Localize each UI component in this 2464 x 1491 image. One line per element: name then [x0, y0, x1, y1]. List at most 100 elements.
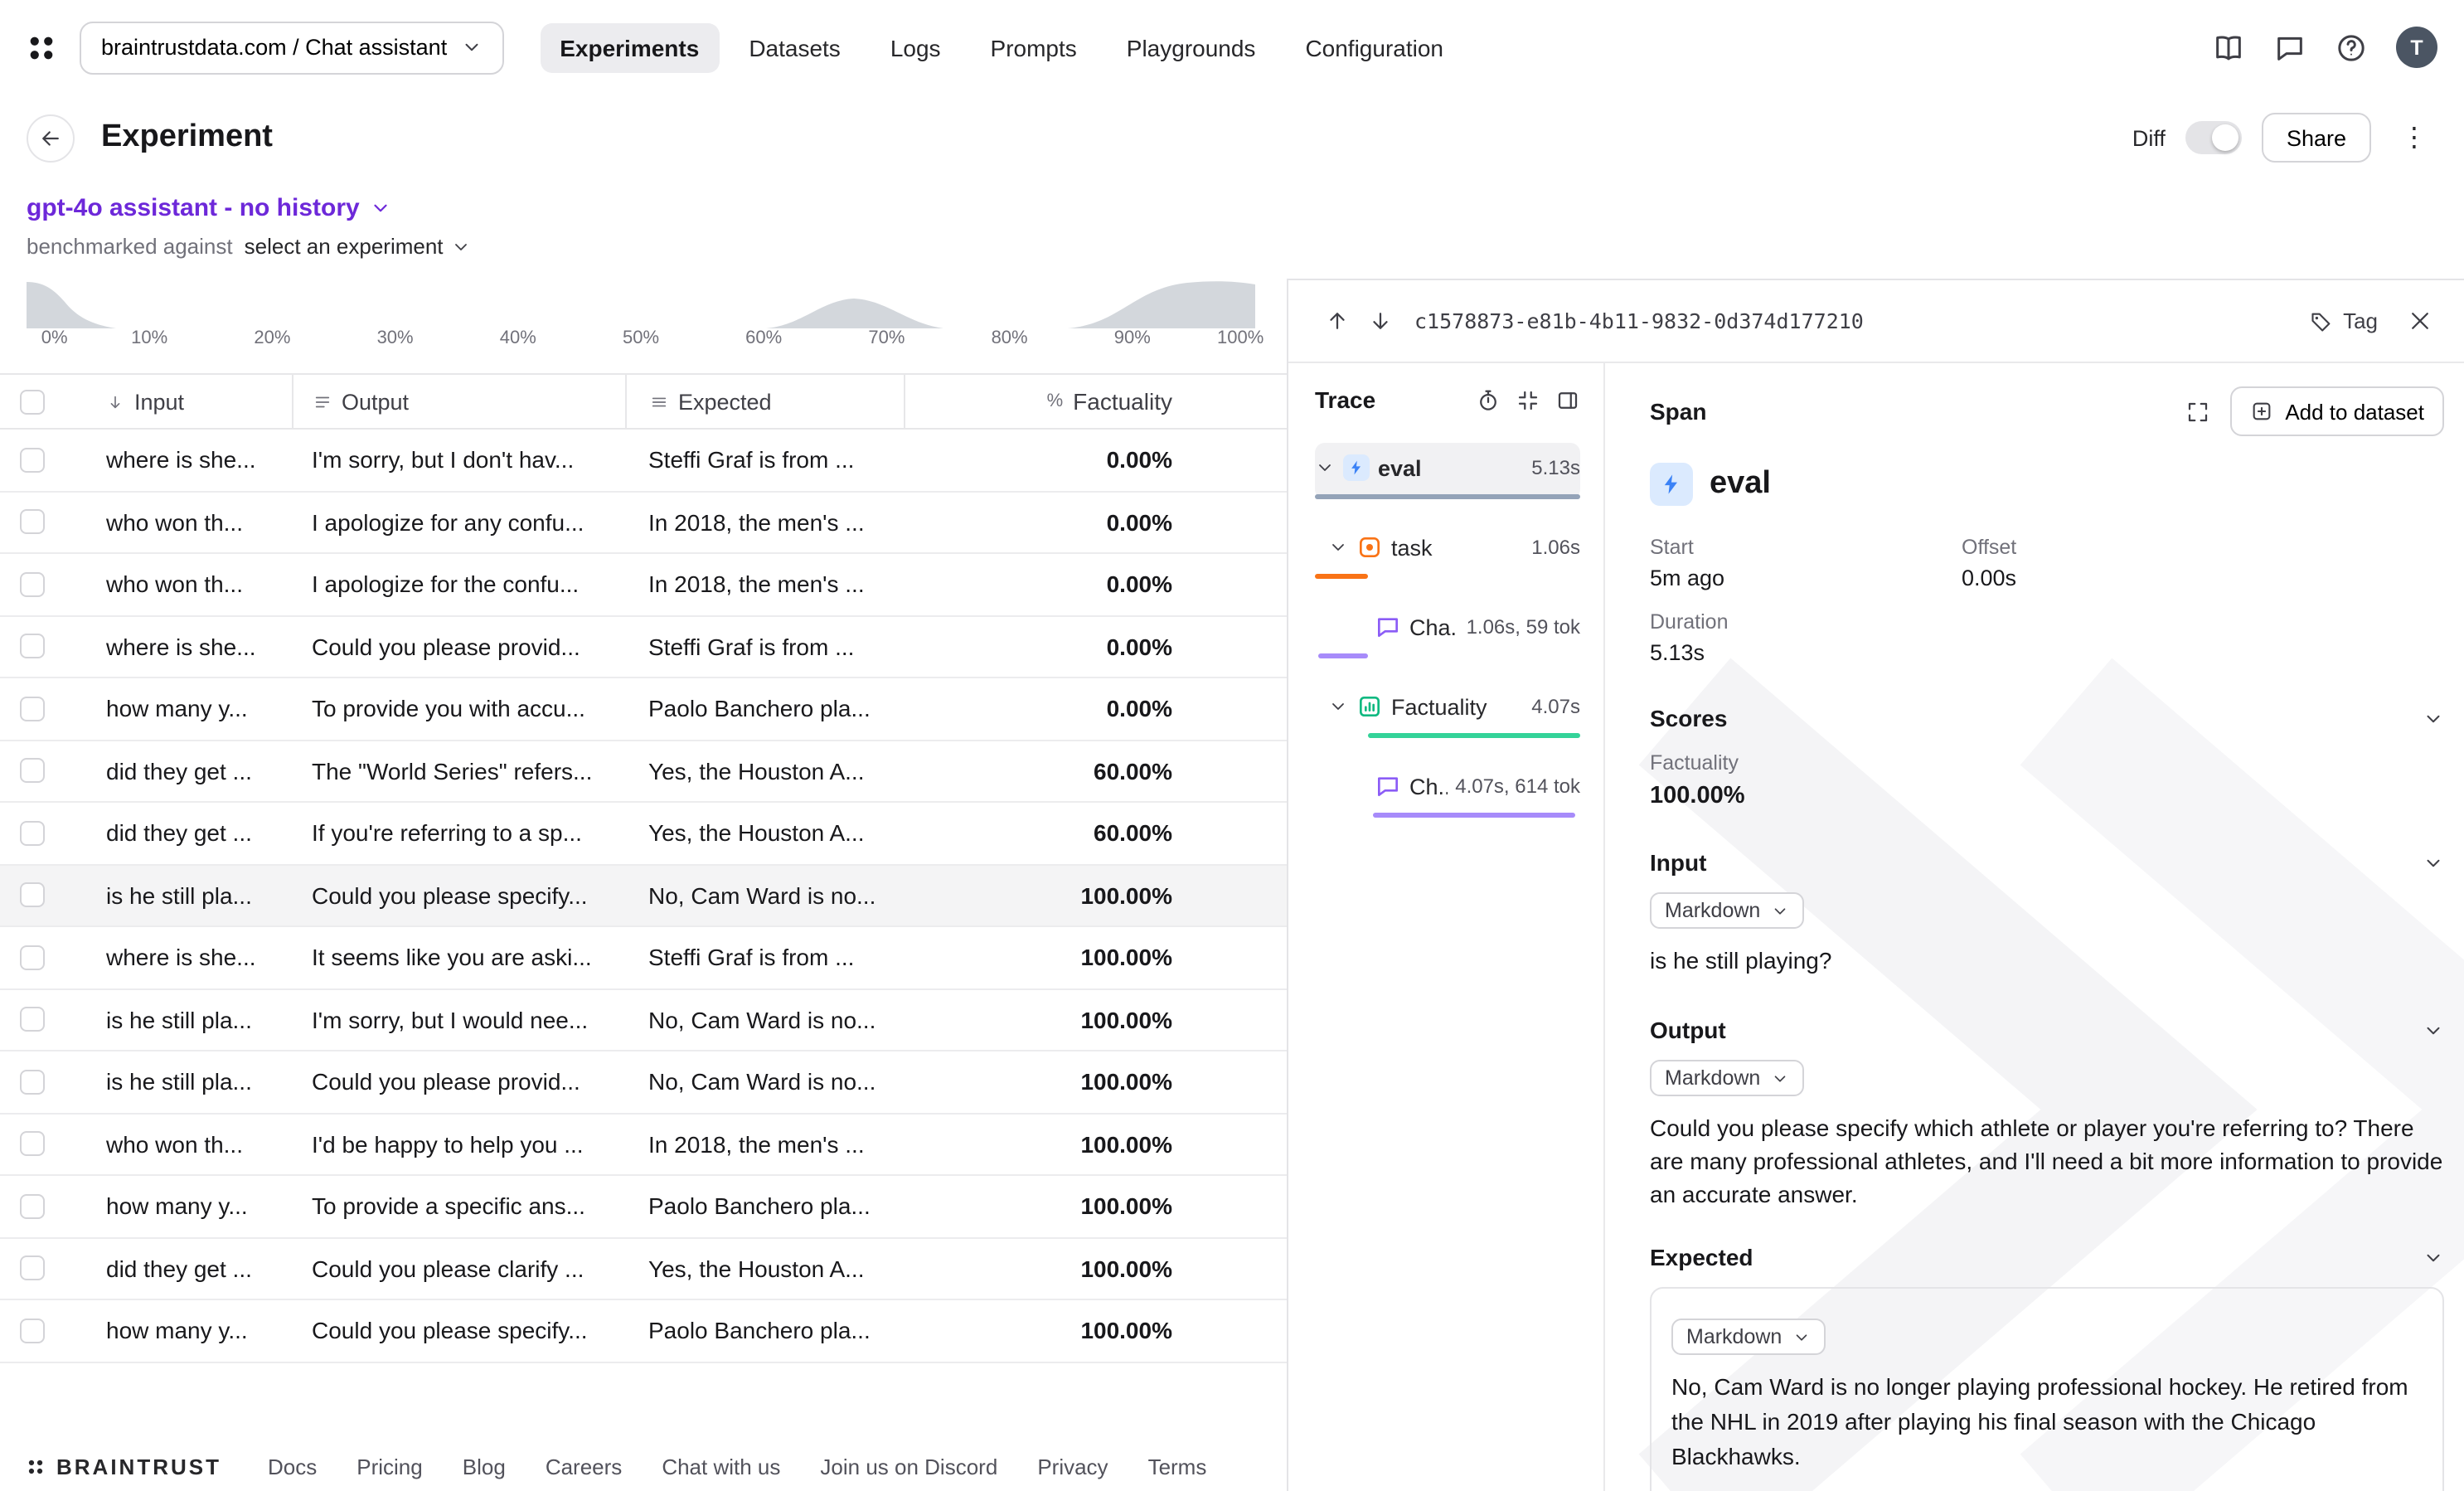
footer-link-chat[interactable]: Chat with us [662, 1455, 780, 1479]
expected-format-select[interactable]: Markdown [1671, 1319, 1825, 1355]
previous-row-button[interactable] [1315, 299, 1358, 342]
row-checkbox[interactable] [20, 945, 45, 970]
table-row[interactable]: did they get ... The "World Series" refe… [0, 741, 1288, 803]
footer-link-blog[interactable]: Blog [463, 1455, 506, 1479]
layout-panel-icon[interactable] [1555, 387, 1580, 412]
column-header-expected[interactable]: Expected [625, 375, 904, 428]
chevron-down-icon[interactable] [2423, 1246, 2444, 1268]
row-checkbox[interactable] [20, 634, 45, 659]
results-table: Input Output Expected % Factuality where… [0, 373, 1288, 1362]
help-icon[interactable] [2335, 31, 2368, 64]
chevron-down-icon[interactable] [1315, 458, 1335, 478]
row-checkbox[interactable] [20, 1194, 45, 1219]
offset-value: 0.00s [1962, 566, 2444, 590]
column-header-factuality[interactable]: % Factuality [904, 375, 1255, 428]
feedback-chat-icon[interactable] [2273, 31, 2306, 64]
chevron-down-icon[interactable] [1328, 537, 1348, 557]
row-checkbox[interactable] [20, 821, 45, 846]
row-checkbox[interactable] [20, 1256, 45, 1281]
table-row[interactable]: who won th... I apologize for any confu.… [0, 492, 1288, 554]
more-options-button[interactable]: ⋮ [2391, 114, 2437, 161]
row-checkbox[interactable] [20, 510, 45, 535]
back-button[interactable] [27, 114, 75, 162]
column-header-input[interactable]: Input [86, 389, 292, 414]
output-format-select[interactable]: Markdown [1650, 1060, 1803, 1096]
cell-input: how many y... [86, 1318, 292, 1344]
column-header-output[interactable]: Output [292, 375, 625, 428]
span-row-factuality[interactable]: Factuality 4.07s [1315, 682, 1580, 738]
tab-configuration[interactable]: Configuration [1285, 22, 1463, 72]
row-checkbox[interactable] [20, 448, 45, 473]
table-row[interactable]: how many y... To provide a specific ans.… [0, 1176, 1288, 1238]
cell-expected: Steffi Graf is from ... [625, 634, 904, 660]
experiment-name-dropdown[interactable]: gpt-4o assistant - no history [27, 194, 391, 222]
tab-datasets[interactable]: Datasets [729, 22, 861, 72]
close-panel-button[interactable] [2398, 299, 2441, 342]
table-row[interactable]: where is she... It seems like you are as… [0, 927, 1288, 989]
row-checkbox[interactable] [20, 759, 45, 784]
tag-button[interactable]: Tag [2297, 300, 2391, 342]
task-icon [1356, 534, 1383, 561]
benchmark-experiment-select[interactable]: select an experiment [245, 234, 472, 259]
span-row-eval[interactable]: eval 5.13s [1315, 443, 1580, 499]
span-meta: Start 5m ago Offset 0.00s Duration 5.13s [1650, 536, 2444, 665]
row-checkbox[interactable] [20, 1132, 45, 1157]
cell-expected: No, Cam Ward is no... [625, 1007, 904, 1033]
input-format-select[interactable]: Markdown [1650, 892, 1803, 929]
row-checkbox[interactable] [20, 697, 45, 721]
axis-tick: 0% [41, 328, 68, 348]
footer-link-terms[interactable]: Terms [1148, 1455, 1207, 1479]
benchmark-prefix: benchmarked against [27, 234, 233, 259]
share-button[interactable]: Share [2262, 113, 2371, 163]
chevron-down-icon[interactable] [2423, 707, 2444, 729]
row-checkbox[interactable] [20, 1319, 45, 1343]
tab-logs[interactable]: Logs [871, 22, 961, 72]
table-row[interactable]: where is she... I'm sorry, but I don't h… [0, 430, 1288, 492]
span-row-task[interactable]: task 1.06s [1315, 522, 1580, 579]
row-checkbox[interactable] [20, 1008, 45, 1032]
table-row[interactable]: is he still pla... I'm sorry, but I woul… [0, 989, 1288, 1051]
footer-link-docs[interactable]: Docs [268, 1455, 317, 1479]
table-row[interactable]: did they get ... Could you please clarif… [0, 1238, 1288, 1300]
eval-lightning-icon [1650, 463, 1693, 506]
collapse-icon[interactable] [1516, 387, 1540, 412]
cell-factuality: 0.00% [904, 447, 1255, 474]
table-row[interactable]: how many y... To provide you with accu..… [0, 678, 1288, 741]
org-project-switcher[interactable]: braintrustdata.com / Chat assistant [80, 21, 503, 74]
table-row[interactable]: who won th... I'd be happy to help you .… [0, 1114, 1288, 1176]
footer-link-careers[interactable]: Careers [546, 1455, 623, 1479]
expand-icon[interactable] [2185, 399, 2210, 424]
tab-playgrounds[interactable]: Playgrounds [1107, 22, 1276, 72]
tab-prompts[interactable]: Prompts [971, 22, 1097, 72]
footer-link-discord[interactable]: Join us on Discord [820, 1455, 997, 1479]
row-checkbox[interactable] [20, 572, 45, 597]
table-row[interactable]: did they get ... If you're referring to … [0, 803, 1288, 865]
footer-link-pricing[interactable]: Pricing [357, 1455, 423, 1479]
table-row[interactable]: where is she... Could you please provid.… [0, 616, 1288, 678]
span-row-chat-completion[interactable]: Ch... 4.07s, 614 tok [1315, 761, 1580, 818]
table-row[interactable]: how many y... Could you please specify..… [0, 1300, 1288, 1362]
table-row-selected[interactable]: is he still pla... Could you please spec… [0, 865, 1288, 927]
axis-tick: 50% [623, 328, 659, 348]
add-to-dataset-button[interactable]: Add to dataset [2230, 386, 2444, 436]
docs-book-icon[interactable] [2212, 31, 2245, 64]
user-avatar[interactable]: T [2396, 27, 2437, 68]
span-title: eval [1650, 463, 2444, 506]
chevron-down-icon[interactable] [1328, 697, 1348, 716]
tab-experiments[interactable]: Experiments [540, 22, 719, 72]
table-row[interactable]: who won th... I apologize for the confu.… [0, 554, 1288, 616]
next-row-button[interactable] [1358, 299, 1401, 342]
braintrust-logo-icon[interactable] [27, 32, 56, 62]
chevron-down-icon[interactable] [2423, 1019, 2444, 1041]
stopwatch-icon[interactable] [1476, 387, 1501, 412]
table-header: Input Output Expected % Factuality [0, 373, 1288, 430]
footer-link-privacy[interactable]: Privacy [1037, 1455, 1108, 1479]
span-row-chat-completion[interactable]: Cha... 1.06s, 59 tok [1315, 602, 1580, 658]
diff-toggle[interactable] [2185, 121, 2242, 154]
chevron-down-icon[interactable] [2423, 852, 2444, 873]
row-checkbox[interactable] [20, 1070, 45, 1095]
table-row[interactable]: is he still pla... Could you please prov… [0, 1051, 1288, 1114]
select-all-checkbox[interactable] [20, 389, 45, 414]
span-name: eval [1710, 466, 1771, 503]
row-checkbox[interactable] [20, 883, 45, 908]
